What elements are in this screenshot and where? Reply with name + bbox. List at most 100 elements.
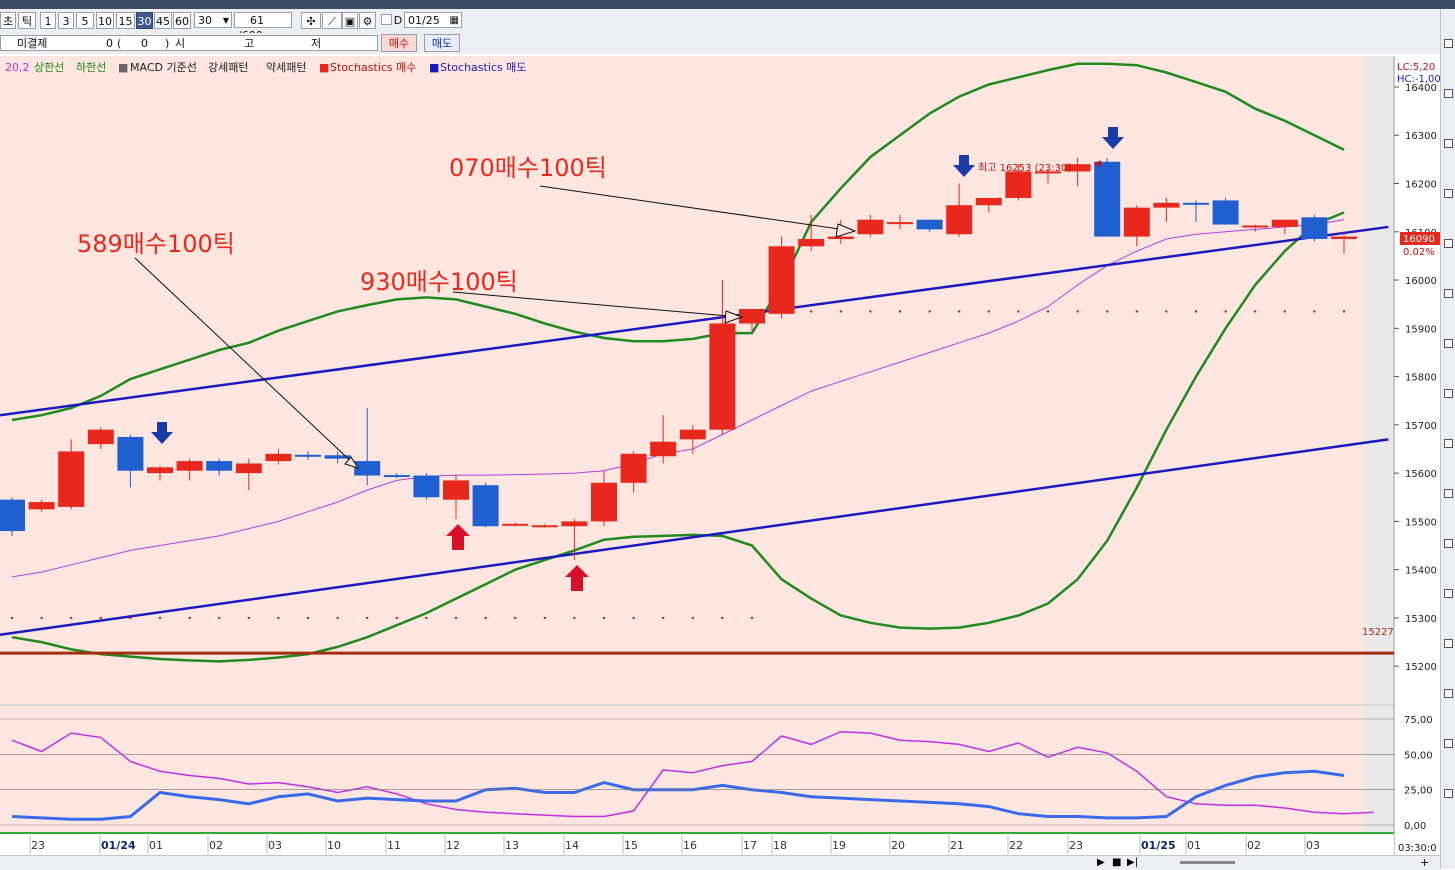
tb-button-60[interactable]: 60 xyxy=(173,12,191,29)
paren-open: ( xyxy=(117,37,122,50)
trendline-tool-icon[interactable]: ⟋ xyxy=(322,12,342,29)
zoom-slider[interactable] xyxy=(1180,861,1235,864)
sell-button[interactable]: 매도 xyxy=(424,34,460,52)
signal-dot-high-33 xyxy=(987,310,990,313)
tool-icon-2[interactable] xyxy=(1444,89,1453,98)
stoch-tick-label-3: 0,00 xyxy=(1404,821,1426,832)
tool-icon-5[interactable] xyxy=(1444,239,1453,248)
signal-dot-high-36 xyxy=(1076,310,1079,313)
signal-dot-low-8 xyxy=(247,616,250,619)
signal-dot-high-28 xyxy=(839,310,842,313)
signal-dot-high-37 xyxy=(1106,310,1109,313)
signal-dot-low-11 xyxy=(336,616,339,619)
daily-checkbox-label: D xyxy=(393,14,403,27)
buy-button[interactable]: 매수 xyxy=(381,34,417,52)
tool-icon-7[interactable] xyxy=(1444,339,1453,348)
candle-body-3 xyxy=(87,429,114,445)
tb-button-45[interactable]: 45 xyxy=(154,12,172,29)
candle-body-13 xyxy=(383,475,410,478)
tb-button-30[interactable]: 30 xyxy=(136,12,153,29)
candle-body-24 xyxy=(709,323,736,430)
candle-body-26 xyxy=(768,246,795,314)
tool-icon-4[interactable] xyxy=(1444,189,1453,198)
scroll-bar[interactable]: ▶ ■ ▶| + xyxy=(0,855,1440,870)
legend-macd: MACD 기준선 xyxy=(130,61,197,74)
paren-close: ) xyxy=(165,37,170,50)
tool-icon-14[interactable] xyxy=(1444,689,1453,698)
signal-dot-low-18 xyxy=(543,616,546,619)
tool-icon-1[interactable] xyxy=(1444,39,1453,48)
zoom-in-icon[interactable]: + xyxy=(1420,856,1429,869)
step-icon[interactable]: ▶| xyxy=(1127,856,1138,869)
gear-icon[interactable]: ⚙ xyxy=(359,12,376,29)
save-icon[interactable]: ▣ xyxy=(342,12,358,29)
y-tick-label-3: 15500 xyxy=(1405,517,1437,528)
tb-button-15[interactable]: 15 xyxy=(116,12,135,29)
interval-select[interactable]: 30 ▼ xyxy=(194,12,232,28)
signal-dot-low-4 xyxy=(129,616,132,619)
signal-dot-low-25 xyxy=(751,616,753,619)
signal-dot-low-5 xyxy=(159,616,161,619)
signal-dot-low-17 xyxy=(514,616,517,619)
candle-body-21 xyxy=(620,453,647,483)
date-field[interactable]: 01/25 ▦ xyxy=(404,12,462,28)
candle-26 xyxy=(768,236,795,319)
x-tick-label-18: 23 xyxy=(1069,839,1083,852)
tool-icon-13[interactable] xyxy=(1444,639,1453,648)
count-field[interactable]: 61/600 xyxy=(234,12,292,42)
daily-checkbox[interactable] xyxy=(381,14,392,25)
tool-icon-10[interactable] xyxy=(1444,489,1453,498)
x-tick-label-0: 23 xyxy=(31,839,45,852)
candle-body-33 xyxy=(975,197,1002,206)
tb-button-3[interactable]: 3 xyxy=(58,12,74,29)
candle-body-25 xyxy=(739,309,765,324)
candle-body-1 xyxy=(28,502,55,510)
legend-lower: 하한선 xyxy=(76,60,106,74)
signal-dot-low-2 xyxy=(70,616,73,619)
tool-icon-16[interactable] xyxy=(1444,789,1453,798)
candle-body-10 xyxy=(295,454,321,457)
tb-button-10[interactable]: 10 xyxy=(96,12,114,29)
legend-square-icon-blue: ■ xyxy=(429,61,439,74)
candle-body-38 xyxy=(1123,207,1150,237)
tool-icon-3[interactable] xyxy=(1444,139,1453,148)
signal-dot-low-13 xyxy=(395,616,398,619)
candle-body-16 xyxy=(472,485,499,527)
count-value: 61 xyxy=(250,14,264,27)
candle-body-39 xyxy=(1153,202,1180,208)
tool-icon-6[interactable] xyxy=(1444,289,1453,298)
chart-toolbar: 초 틱 1 3 5 10 15 30 45 60 30 ▼ 61/600 ✣ ⟋… xyxy=(0,9,1440,42)
x-tick-label-6: 11 xyxy=(387,839,401,852)
signal-dot-high-44 xyxy=(1313,310,1316,313)
candle-body-22 xyxy=(650,441,677,457)
crosshair-icon[interactable]: ✣ xyxy=(301,12,321,29)
candle-body-0 xyxy=(0,499,25,532)
tb-button-tick[interactable]: 틱 xyxy=(18,12,36,29)
signal-dot-low-9 xyxy=(277,616,280,619)
stop-icon[interactable]: ■ xyxy=(1112,856,1121,869)
tool-icon-9[interactable] xyxy=(1444,439,1453,448)
tb-button-5[interactable]: 5 xyxy=(76,12,94,29)
signal-dot-low-24 xyxy=(721,616,724,619)
x-tick-label-19: 01/25 xyxy=(1141,839,1176,852)
quote-bar: 미결제 0 ( 0 ) 시 고 저 매수 매도 xyxy=(0,33,1440,55)
tool-icon-12[interactable] xyxy=(1444,589,1453,598)
tool-icon-11[interactable] xyxy=(1444,539,1453,548)
candle-14 xyxy=(413,473,440,500)
tool-icon-8[interactable] xyxy=(1444,389,1453,398)
candle-body-14 xyxy=(413,475,440,498)
high-label: 최고 16253 (23:30) xyxy=(978,162,1071,174)
tool-icon-15[interactable] xyxy=(1444,739,1453,748)
unsettled-label: 미결제 xyxy=(17,37,48,50)
x-tick-label-3: 02 xyxy=(209,839,223,852)
chart-canvas: 15200 15300 15400 15500 15600 15700 15800 15900… xyxy=(0,54,1440,869)
time-readout: 03:30:0 xyxy=(1398,843,1437,854)
candle-body-2 xyxy=(58,451,85,507)
play-icon[interactable]: ▶ xyxy=(1097,856,1105,869)
tb-button-1[interactable]: 1 xyxy=(40,12,56,29)
x-tick-label-15: 20 xyxy=(891,839,905,852)
y-tick-label-8: 16000 xyxy=(1405,276,1437,287)
interval-value: 30 xyxy=(198,14,212,27)
tb-button-second[interactable]: 초 xyxy=(0,12,16,29)
high-label: 고 xyxy=(244,37,255,50)
